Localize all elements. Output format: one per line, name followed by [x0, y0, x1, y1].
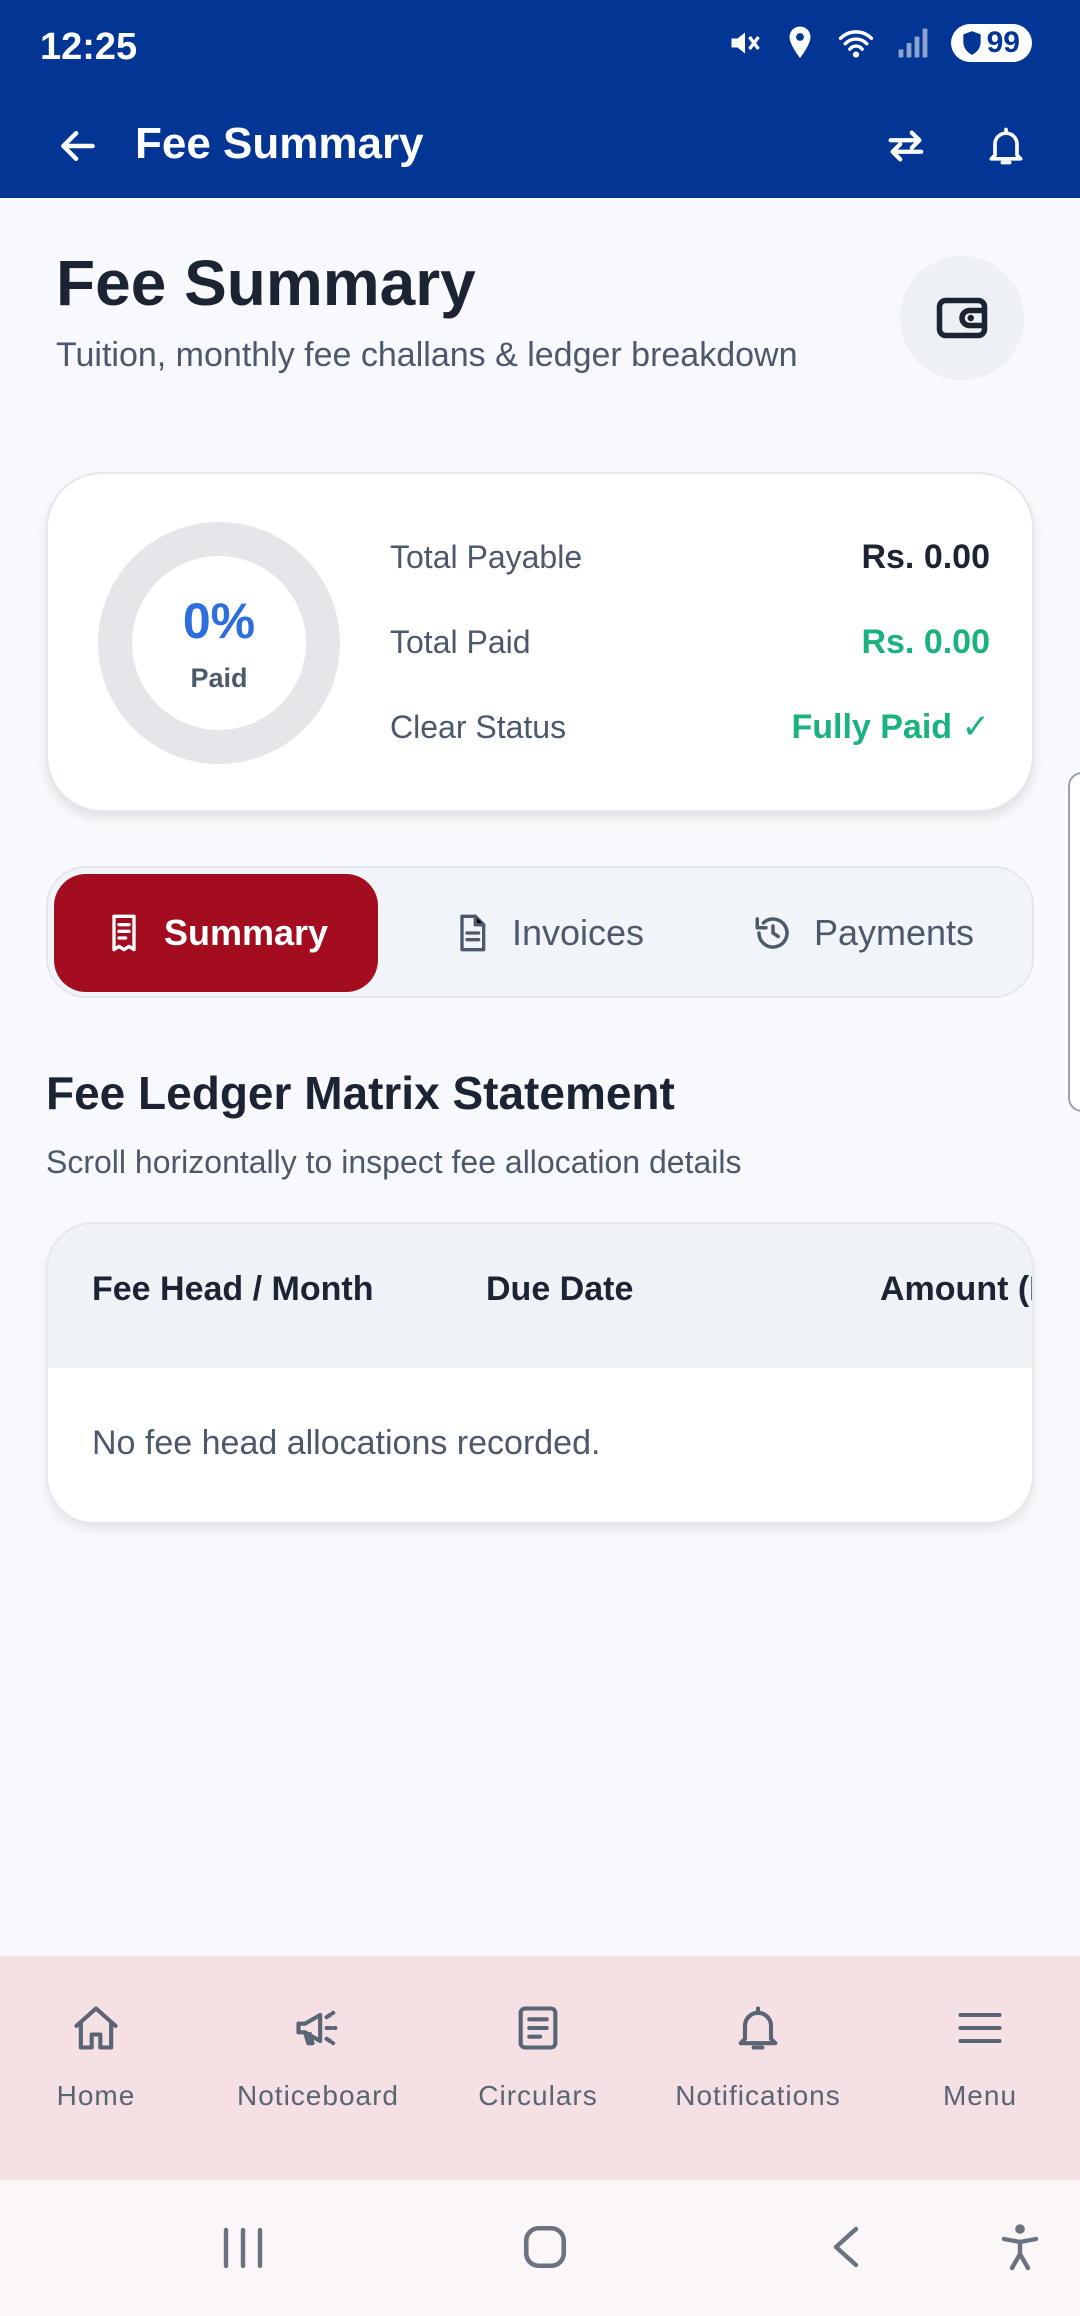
ledger-empty-message: No fee head allocations recorded.	[92, 1424, 601, 1462]
column-fee-head: Fee Head / Month	[92, 1270, 374, 1308]
total-payable-row: Total Payable Rs. 0.00	[390, 532, 990, 582]
app-bar-title: Fee Summary	[135, 119, 424, 168]
tab-summary[interactable]: Summary	[54, 874, 378, 992]
nav-notifications-label: Notifications	[675, 2080, 841, 2111]
page-subtitle: Tuition, monthly fee challans & ledger b…	[56, 336, 798, 374]
bell-icon	[738, 2006, 778, 2050]
paid-label: Paid	[190, 662, 248, 693]
ledger-table-header: Fee Head / Month Due Date Amount (R	[48, 1224, 1032, 1368]
wallet-icon	[936, 297, 988, 339]
paid-progress-ring: 0% Paid	[98, 522, 340, 764]
nav-noticeboard-label: Noticeboard	[237, 2080, 399, 2111]
status-bar: 12:25 99	[0, 0, 1080, 96]
total-payable-label: Total Payable	[390, 538, 583, 575]
location-icon	[789, 26, 811, 58]
tab-invoices-label: Invoices	[511, 912, 645, 953]
total-paid-value: Rs. 0.00	[861, 622, 990, 661]
paid-percentage: 0%	[182, 592, 256, 649]
shield-icon	[962, 31, 981, 55]
total-paid-row: Total Paid Rs. 0.00	[390, 617, 990, 667]
tab-payments[interactable]: Payments	[708, 874, 1018, 992]
ledger-title: Fee Ledger Matrix Statement	[46, 1067, 675, 1119]
receipt-icon	[112, 914, 136, 952]
nav-menu[interactable]: Menu	[872, 2002, 1080, 2112]
bottom-nav: Home Noticeboard Circulars Notifications…	[0, 1956, 1080, 2180]
nav-circulars-label: Circulars	[478, 2080, 598, 2111]
document-icon	[460, 914, 486, 952]
ledger-table[interactable]: Fee Head / Month Due Date Amount (R No f…	[46, 1222, 1034, 1524]
back-nav-button[interactable]	[824, 2222, 868, 2272]
total-payable-value: Rs. 0.00	[861, 537, 990, 576]
tab-invoices[interactable]: Invoices	[418, 874, 678, 992]
megaphone-icon	[296, 2010, 338, 2046]
accessibility-icon[interactable]	[996, 2220, 1044, 2274]
nav-menu-label: Menu	[942, 2080, 1018, 2111]
nav-home-label: Home	[56, 2080, 136, 2111]
swap-arrows-icon	[888, 130, 924, 162]
circulars-icon	[518, 2006, 558, 2050]
ledger-subtitle: Scroll horizontally to inspect fee alloc…	[46, 1144, 742, 1180]
menu-icon	[958, 2012, 1002, 2044]
page-title: Fee Summary	[56, 247, 476, 319]
tab-payments-label: Payments	[813, 912, 975, 953]
back-button[interactable]	[48, 116, 108, 176]
nav-notifications[interactable]: Notifications	[650, 2002, 866, 2112]
nav-noticeboard[interactable]: Noticeboard	[210, 2002, 426, 2112]
home-icon	[74, 2006, 118, 2050]
nav-home[interactable]: Home	[0, 2002, 204, 2112]
fee-summary-card: 0% Paid Total Payable Rs. 0.00 Total Pai…	[46, 472, 1034, 812]
clear-status-row: Clear Status Fully Paid ✓	[390, 702, 990, 752]
recent-apps-button[interactable]	[218, 2224, 268, 2272]
mute-icon	[731, 32, 760, 54]
app-bar: Fee Summary	[0, 96, 1080, 198]
home-button[interactable]	[520, 2222, 570, 2272]
view-tabs: Summary Invoices Payments	[46, 866, 1034, 998]
tab-summary-label: Summary	[163, 912, 329, 953]
nav-circulars[interactable]: Circulars	[430, 2002, 646, 2112]
wifi-icon	[838, 30, 873, 58]
system-nav-bar	[0, 2180, 1080, 2316]
status-time: 12:25	[40, 26, 138, 68]
column-amount: Amount (R	[880, 1270, 1032, 1308]
history-icon	[755, 917, 789, 949]
wallet-button[interactable]	[900, 256, 1024, 380]
edge-panel-handle[interactable]	[1068, 772, 1080, 1112]
clear-status-value: Fully Paid ✓	[791, 708, 990, 746]
switch-button[interactable]	[876, 116, 936, 176]
notifications-button[interactable]	[976, 116, 1036, 176]
status-icons: 99	[727, 24, 1032, 62]
battery-level: 99	[986, 26, 1020, 59]
column-due-date: Due Date	[486, 1270, 634, 1308]
bell-icon	[989, 127, 1023, 165]
total-paid-label: Total Paid	[390, 623, 531, 660]
arrow-left-icon	[61, 130, 95, 162]
clear-status-label: Clear Status	[390, 708, 567, 745]
battery-indicator: 99	[950, 24, 1032, 62]
signal-icon	[898, 28, 928, 58]
